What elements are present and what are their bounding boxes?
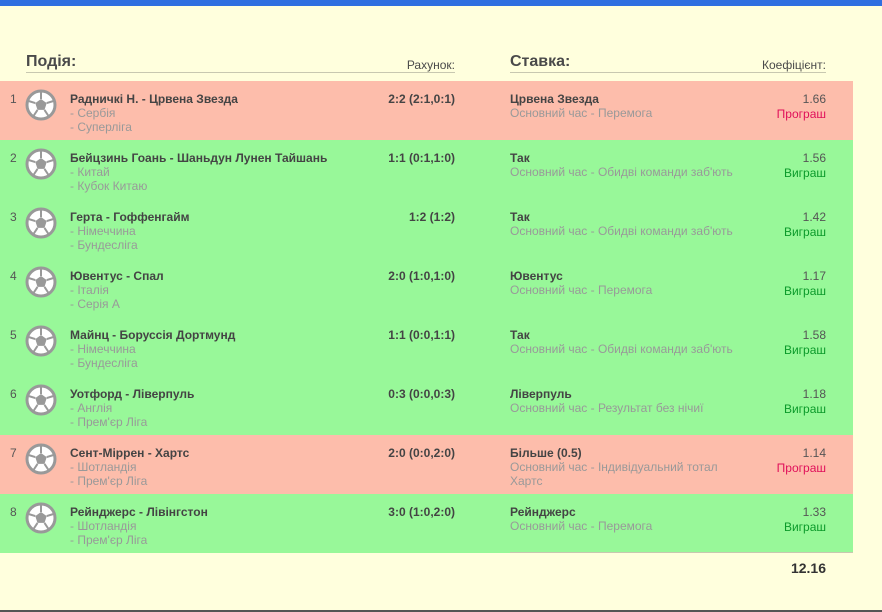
bet-selection: Рейнджерс <box>510 505 576 519</box>
score-column-title: Рахунок: <box>406 58 455 72</box>
soccer-ball-icon <box>25 207 57 239</box>
bet-odds: 1.58 <box>802 328 826 342</box>
event-name: Майнц - Боруссія Дортмунд <box>70 328 236 342</box>
row-number: 4 <box>10 269 17 283</box>
bet-header: Ставка: Коефіцієнт: <box>510 53 826 73</box>
bet-description: Основний час - Обидві команди заб'ють <box>510 165 733 179</box>
row-number: 5 <box>10 328 17 342</box>
event-league: - Прем'єр Ліга <box>70 533 148 547</box>
event-country: - Сербія <box>70 106 116 120</box>
bet-selection: Црвена Звезда <box>510 92 599 106</box>
row-number: 7 <box>10 446 17 460</box>
bet-status: Виграш <box>783 520 826 534</box>
match-score: 1:1 (0:0,1:1) <box>388 328 455 342</box>
event-country: - Шотландія <box>70 519 137 533</box>
event-name: Сент-Міррен - Хартс <box>70 446 190 460</box>
bet-selection: Так <box>510 151 530 165</box>
event-country: - Італія <box>70 283 109 297</box>
match-score: 1:2 (1:2) <box>408 210 455 224</box>
match-score: 2:2 (2:1,0:1) <box>388 92 455 106</box>
bet-row: 3 Герта - Гоффенгайм - Німеччина - Бундеслі… <box>0 199 853 258</box>
total-divider <box>510 552 853 553</box>
event-name: Ювентус - Спал <box>70 269 164 283</box>
bet-selection: Так <box>510 210 530 224</box>
total-odds: 12.16 <box>790 560 826 576</box>
event-country: - Шотландія <box>70 460 137 474</box>
row-number: 1 <box>10 92 17 106</box>
bet-list: 1 Радничкі Н. - Црвена Звезда - Сербія - Су… <box>0 81 853 553</box>
match-score: 2:0 (0:0,2:0) <box>388 446 455 460</box>
match-score: 0:3 (0:0,0:3) <box>388 387 455 401</box>
event-league: - Бундесліга <box>70 356 138 370</box>
bet-column-title: Ставка: <box>510 53 571 70</box>
bet-status: Програш <box>776 461 826 475</box>
bet-status: Виграш <box>783 166 826 180</box>
bet-description: Основний час - Перемога <box>510 106 653 120</box>
event-country: - Китай <box>70 165 110 179</box>
row-number: 8 <box>10 505 17 519</box>
bet-row: 2 Бейцзинь Гоань - Шаньдун Лунен Тайшань -… <box>0 140 853 199</box>
bet-description: Основний час - Перемога <box>510 283 653 297</box>
event-name: Радничкі Н. - Црвена Звезда <box>70 92 238 106</box>
bet-row: 4 Ювентус - Спал - Італія - Серія А 2:0 (1:0… <box>0 258 853 317</box>
bet-description: Основний час - Перемога <box>510 519 653 533</box>
row-number: 6 <box>10 387 17 401</box>
event-country: - Англія <box>70 401 113 415</box>
event-country: - Німеччина <box>70 224 136 238</box>
bet-row: 8 Рейнджерс - Лівінгстон - Шотландія - Прем… <box>0 494 853 553</box>
soccer-ball-icon <box>25 266 57 298</box>
bet-odds: 1.42 <box>802 210 826 224</box>
bet-odds: 1.17 <box>802 269 826 283</box>
event-league: - Серія А <box>70 297 120 311</box>
top-accent-bar <box>0 0 882 6</box>
bet-status: Програш <box>776 107 826 121</box>
row-number: 3 <box>10 210 17 224</box>
bet-row: 6 Уотфорд - Ліверпуль - Англія - Прем'єр Лі… <box>0 376 853 435</box>
event-league: - Прем'єр Ліга <box>70 474 148 488</box>
event-league: - Прем'єр Ліга <box>70 415 148 429</box>
odds-column-title: Коефіцієнт: <box>762 58 826 72</box>
bet-odds: 1.56 <box>802 151 826 165</box>
soccer-ball-icon <box>25 325 57 357</box>
bet-status: Виграш <box>783 225 826 239</box>
bet-row: 7 Сент-Міррен - Хартс - Шотландія - Прем'єр… <box>0 435 853 494</box>
bet-description: Основний час - Обидві команди заб'ють <box>510 224 733 238</box>
event-name: Герта - Гоффенгайм <box>70 210 190 224</box>
event-column-title: Подія: <box>26 53 77 70</box>
bet-row: 1 Радничкі Н. - Црвена Звезда - Сербія - Су… <box>0 81 853 140</box>
bet-row: 5 Майнц - Боруссія Дортмунд - Німеччина - Б… <box>0 317 853 376</box>
bet-selection: Ювентус <box>510 269 563 283</box>
event-league: - Кубок Китаю <box>70 179 148 193</box>
event-country: - Німеччина <box>70 342 136 356</box>
bet-status: Виграш <box>783 402 826 416</box>
soccer-ball-icon <box>25 384 57 416</box>
soccer-ball-icon <box>25 443 57 475</box>
event-league: - Бундесліга <box>70 238 138 252</box>
bet-odds: 1.14 <box>802 446 826 460</box>
event-name: Рейнджерс - Лівінгстон <box>70 505 208 519</box>
row-number: 2 <box>10 151 17 165</box>
bet-selection: Більше (0.5) <box>510 446 582 460</box>
bet-selection: Ліверпуль <box>510 387 572 401</box>
bet-status: Виграш <box>783 343 826 357</box>
bet-description: Основний час - Індивідуальний тотал Харт… <box>510 460 718 488</box>
bet-odds: 1.18 <box>802 387 826 401</box>
match-score: 3:0 (1:0,2:0) <box>388 505 455 519</box>
bet-odds: 1.33 <box>802 505 826 519</box>
soccer-ball-icon <box>25 502 57 534</box>
match-score: 2:0 (1:0,1:0) <box>388 269 455 283</box>
bet-status: Виграш <box>783 284 826 298</box>
bet-odds: 1.66 <box>802 92 826 106</box>
bet-description: Основний час - Обидві команди заб'ють <box>510 342 733 356</box>
event-league: - Суперліга <box>70 120 132 134</box>
event-header: Подія: Рахунок: <box>26 53 455 73</box>
match-score: 1:1 (0:1,1:0) <box>388 151 455 165</box>
bet-selection: Так <box>510 328 530 342</box>
bet-description: Основний час - Результат без нічиї <box>510 401 704 415</box>
event-name: Уотфорд - Ліверпуль <box>70 387 195 401</box>
soccer-ball-icon <box>25 148 57 180</box>
soccer-ball-icon <box>25 89 57 121</box>
event-name: Бейцзинь Гоань - Шаньдун Лунен Тайшань <box>70 151 328 165</box>
